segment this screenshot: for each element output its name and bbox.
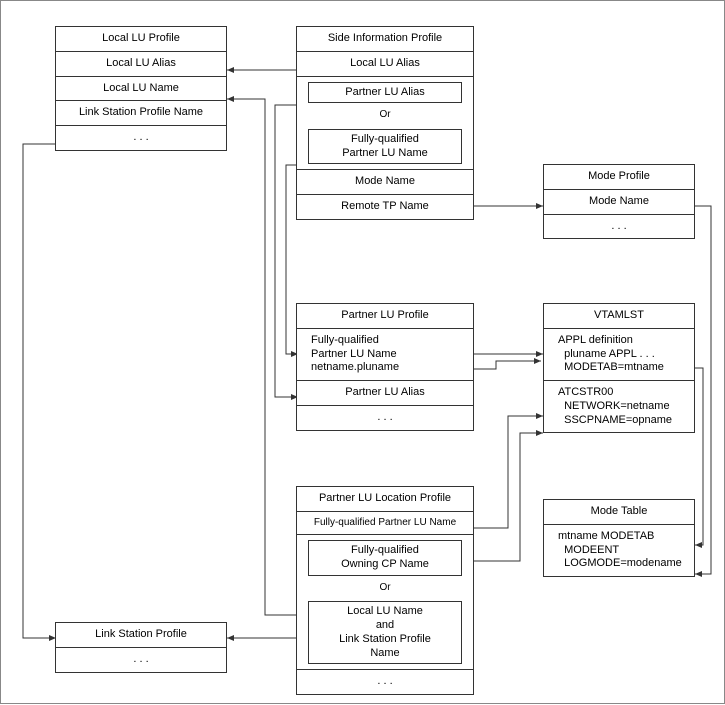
side-info-mode-name: Mode Name: [297, 170, 473, 195]
diagram-canvas: Local LU Profile Local LU Alias Local LU…: [0, 0, 725, 704]
local-lu-alias: Local LU Alias: [56, 52, 226, 77]
local-lu-profile-box: Local LU Profile Local LU Alias Local LU…: [55, 26, 227, 151]
partner-loc-owning-cp: Fully-qualified Owning CP Name: [308, 540, 463, 576]
local-lu-linkstation: Link Station Profile Name: [56, 101, 226, 126]
partner-lu-more: . . .: [297, 406, 473, 430]
partner-loc-group: Fully-qualified Owning CP Name Or Local …: [297, 540, 473, 670]
side-info-title: Side Information Profile: [297, 27, 473, 52]
mode-table-title: Mode Table: [544, 500, 694, 525]
mode-table-box: Mode Table mtname MODETAB MODEENT LOGMOD…: [543, 499, 695, 577]
link-station-box: Link Station Profile . . .: [55, 622, 227, 673]
side-info-fq-partner: Fully-qualified Partner LU Name: [308, 129, 463, 165]
local-lu-more: . . .: [56, 126, 226, 150]
mode-profile-title: Mode Profile: [544, 165, 694, 190]
partner-loc-more: . . .: [297, 670, 473, 694]
link-station-title: Link Station Profile: [56, 623, 226, 648]
link-station-more: . . .: [56, 648, 226, 672]
side-info-or: Or: [297, 108, 473, 124]
vtamlst-box: VTAMLST APPL definition pluname APPL . .…: [543, 303, 695, 433]
side-info-box: Side Information Profile Local LU Alias …: [296, 26, 474, 220]
vtamlst-appl: APPL definition pluname APPL . . . MODET…: [544, 329, 694, 381]
side-info-local-lu-alias: Local LU Alias: [297, 52, 473, 77]
vtamlst-title: VTAMLST: [544, 304, 694, 329]
partner-loc-title: Partner LU Location Profile: [297, 487, 473, 512]
mode-profile-mode-name: Mode Name: [544, 190, 694, 215]
partner-loc-or: Or: [297, 581, 473, 597]
partner-loc-local-link: Local LU Name and Link Station Profile N…: [308, 601, 463, 664]
partner-lu-fq: Fully-qualified Partner LU Name netname.…: [297, 329, 473, 381]
vtamlst-atc: ATCSTR00 NETWORK=netname SSCPNAME=opname: [544, 381, 694, 432]
side-info-partner-group: Partner LU Alias Or Fully-qualified Part…: [297, 82, 473, 171]
partner-loc-fq: Fully-qualified Partner LU Name: [297, 512, 473, 536]
partner-lu-alias: Partner LU Alias: [297, 381, 473, 406]
partner-lu-box: Partner LU Profile Fully-qualified Partn…: [296, 303, 474, 431]
mode-profile-more: . . .: [544, 215, 694, 239]
mode-table-body: mtname MODETAB MODEENT LOGMODE=modename: [544, 525, 694, 576]
side-info-partner-lu-alias: Partner LU Alias: [308, 82, 463, 104]
local-lu-name: Local LU Name: [56, 77, 226, 102]
side-info-remote-tp: Remote TP Name: [297, 195, 473, 219]
local-lu-title: Local LU Profile: [56, 27, 226, 52]
partner-loc-box: Partner LU Location Profile Fully-qualif…: [296, 486, 474, 695]
mode-profile-box: Mode Profile Mode Name . . .: [543, 164, 695, 239]
partner-lu-title: Partner LU Profile: [297, 304, 473, 329]
